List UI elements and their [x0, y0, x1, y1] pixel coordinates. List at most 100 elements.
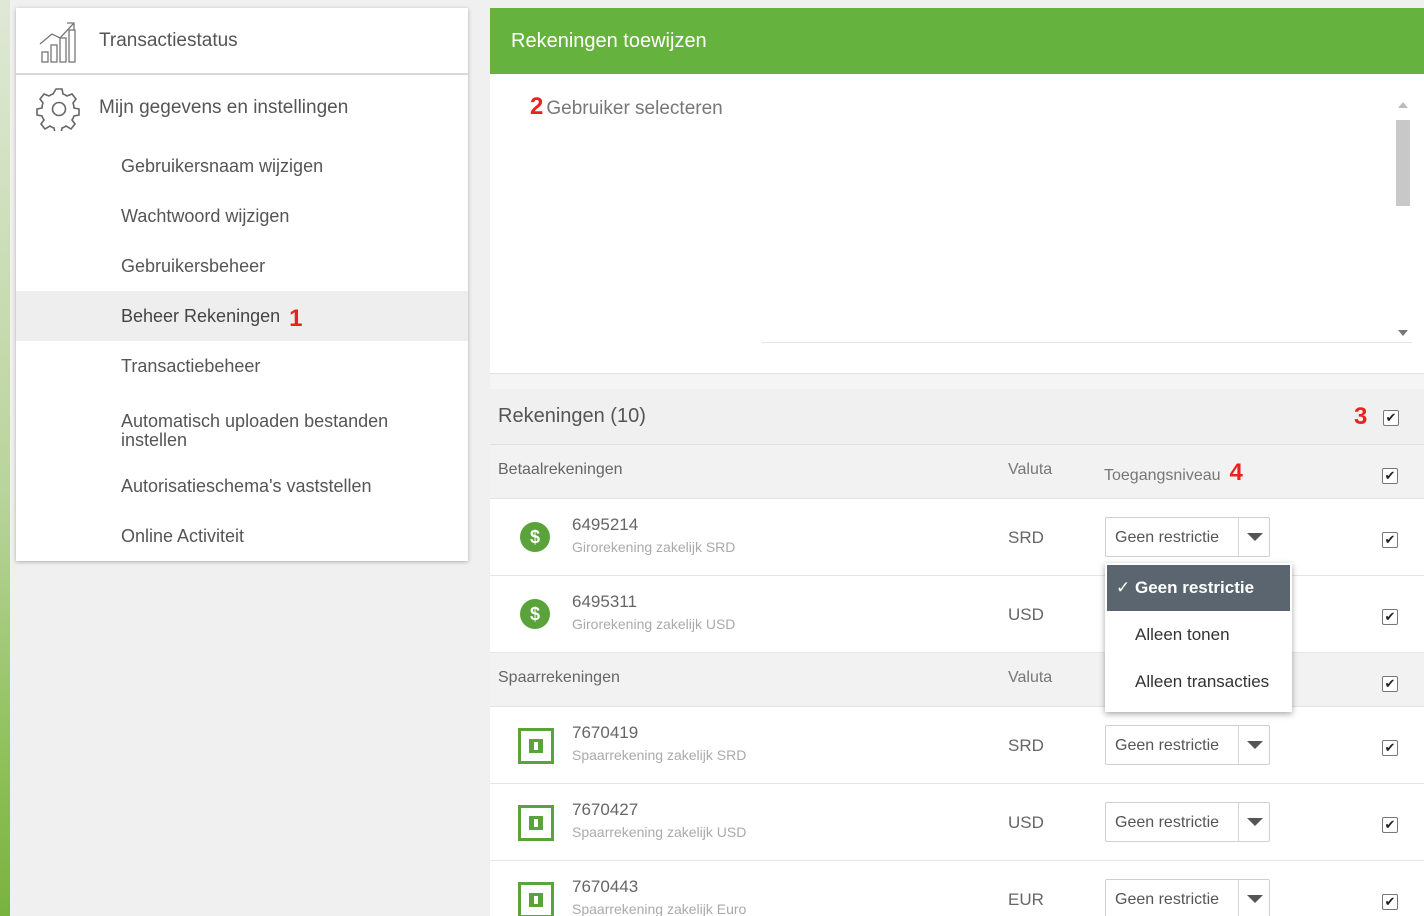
- annotation-marker-2: 2: [530, 93, 544, 120]
- row-checkbox[interactable]: ✔: [1382, 894, 1398, 910]
- account-number: 6495214: [572, 515, 639, 534]
- section-title: Betaalrekeningen: [498, 461, 623, 478]
- row-checkbox[interactable]: ✔: [1382, 817, 1398, 833]
- section-title: Spaarrekeningen: [498, 669, 620, 686]
- access-level-select[interactable]: Geen restrictie: [1105, 517, 1270, 557]
- access-column-header: Toegangsniveau 4: [1104, 459, 1243, 487]
- access-level-dropdown-menu: ✓ Geen restrictie Alleen tonen Alleen tr…: [1105, 563, 1292, 712]
- select-divider: [1238, 518, 1239, 556]
- menu-item-auto-upload[interactable]: Automatisch uploaden bestanden instellen: [16, 401, 468, 461]
- currency-column-header: Valuta: [1008, 669, 1053, 686]
- access-level-select[interactable]: Geen restrictie: [1105, 802, 1270, 842]
- account-description: Spaarrekening zakelijk USD: [572, 824, 747, 840]
- menu-settings-header[interactable]: Mijn gegevens en instellingen: [16, 75, 468, 141]
- access-level-value: Geen restrictie: [1115, 814, 1220, 831]
- user-select-text: Gebruiker selecteren: [546, 98, 723, 119]
- table-row: 7670427 Spaarrekening zakelijk USD USD G…: [490, 784, 1424, 861]
- menu-settings-header-label: Mijn gegevens en instellingen: [99, 97, 349, 118]
- menu-item-user-management[interactable]: Gebruikersbeheer: [16, 241, 468, 291]
- section-gap: [490, 374, 1424, 389]
- gear-icon: [36, 88, 80, 131]
- select-divider: [1238, 726, 1239, 764]
- list-underline: [762, 342, 1412, 343]
- user-select-list[interactable]: 2 Gebruiker selecteren: [490, 74, 1424, 374]
- menu-item-label: Online Activiteit: [121, 525, 245, 546]
- access-level-value: Geen restrictie: [1115, 737, 1220, 754]
- select-divider: [1238, 880, 1239, 916]
- scrollbar-thumb[interactable]: [1396, 120, 1410, 206]
- select-divider: [1238, 803, 1239, 841]
- settings-menu: Transactiestatus Mijn gegevens en instel…: [16, 8, 468, 561]
- account-number: 7670443: [572, 877, 639, 896]
- account-currency: USD: [1008, 605, 1044, 624]
- assign-accounts-panel: Rekeningen toewijzen 2 Gebruiker selecte…: [490, 8, 1424, 916]
- chevron-down-icon[interactable]: [1247, 895, 1263, 903]
- row-checkbox[interactable]: ✔: [1382, 609, 1398, 625]
- dropdown-option-no-restriction[interactable]: ✓ Geen restrictie: [1107, 565, 1290, 611]
- account-description: Girorekening zakelijk USD: [572, 616, 736, 632]
- currency-column-header: Valuta: [1008, 461, 1053, 478]
- scroll-down-icon[interactable]: [1398, 330, 1408, 336]
- chevron-down-icon[interactable]: [1247, 741, 1263, 749]
- account-currency: SRD: [1008, 736, 1044, 755]
- background-stripe: [0, 0, 10, 916]
- account-description: Spaarrekening zakelijk Euro: [572, 901, 747, 916]
- account-number: 7670419: [572, 723, 639, 742]
- menu-item-label: Beheer Rekeningen: [121, 305, 281, 326]
- dropdown-option-view-only[interactable]: Alleen tonen: [1107, 612, 1290, 658]
- user-list-scrollbar[interactable]: [1394, 96, 1412, 342]
- dollar-icon: $: [520, 599, 550, 629]
- account-number: 7670427: [572, 800, 639, 819]
- dropdown-option-label: Alleen tonen: [1135, 625, 1230, 644]
- menu-item-authorization-schemes[interactable]: Autorisatieschema's vaststellen: [16, 461, 468, 511]
- dollar-icon: $: [520, 522, 550, 552]
- section-checkbox[interactable]: ✔: [1382, 676, 1398, 692]
- account-number: 6495311: [572, 592, 637, 611]
- user-select-label: 2 Gebruiker selecteren: [530, 93, 723, 121]
- access-level-value: Geen restrictie: [1115, 891, 1220, 908]
- bar-chart-icon: [39, 22, 76, 63]
- account-currency: USD: [1008, 813, 1044, 832]
- access-level-select[interactable]: Geen restrictie: [1105, 879, 1270, 916]
- safe-icon: [518, 728, 554, 764]
- access-column-label: Toegangsniveau: [1104, 467, 1221, 484]
- menu-item-change-username[interactable]: Gebruikersnaam wijzigen: [16, 141, 468, 191]
- section-checkbox[interactable]: ✔: [1382, 468, 1398, 484]
- dropdown-option-transactions-only[interactable]: Alleen transacties: [1107, 659, 1290, 705]
- annotation-marker-1: 1: [289, 305, 303, 332]
- menu-item-manage-accounts[interactable]: Beheer Rekeningen 1: [16, 291, 468, 341]
- section-header-payment: Betaalrekeningen Valuta Toegangsniveau 4…: [490, 445, 1424, 499]
- scroll-up-icon[interactable]: [1398, 102, 1408, 108]
- menu-transaction-status-label: Transactiestatus: [99, 30, 238, 51]
- row-checkbox[interactable]: ✔: [1382, 740, 1398, 756]
- menu-item-change-password[interactable]: Wachtwoord wijzigen: [16, 191, 468, 241]
- table-row: 7670419 Spaarrekening zakelijk SRD SRD G…: [490, 707, 1424, 784]
- row-checkbox[interactable]: ✔: [1382, 532, 1398, 548]
- menu-item-label: Transactiebeheer: [121, 355, 261, 376]
- annotation-marker-4: 4: [1229, 459, 1243, 486]
- menu-item-label: Gebruikersbeheer: [121, 255, 266, 276]
- menu-transaction-status[interactable]: Transactiestatus: [16, 8, 468, 74]
- menu-item-transaction-management[interactable]: Transactiebeheer: [16, 341, 468, 391]
- check-icon: ✓: [1116, 578, 1131, 597]
- menu-item-label: Autorisatieschema's vaststellen: [121, 475, 372, 496]
- account-description: Girorekening zakelijk SRD: [572, 539, 736, 555]
- access-level-value: Geen restrictie: [1115, 529, 1220, 546]
- menu-item-label: Gebruikersnaam wijzigen: [121, 155, 324, 176]
- account-description: Spaarrekening zakelijk SRD: [572, 747, 747, 763]
- menu-item-label: Automatisch uploaden bestanden instellen: [121, 411, 389, 450]
- chevron-down-icon[interactable]: [1247, 818, 1263, 826]
- table-row: 7670443 Spaarrekening zakelijk Euro EUR …: [490, 861, 1424, 916]
- menu-item-label: Wachtwoord wijzigen: [121, 205, 290, 226]
- dropdown-option-label: Geen restrictie: [1135, 578, 1255, 597]
- menu-item-online-activity[interactable]: Online Activiteit: [16, 511, 468, 561]
- chevron-down-icon[interactable]: [1247, 533, 1263, 541]
- safe-icon: [518, 882, 554, 916]
- access-level-select[interactable]: Geen restrictie: [1105, 725, 1270, 765]
- account-currency: SRD: [1008, 528, 1044, 547]
- accounts-title: Rekeningen (10): [498, 405, 646, 427]
- accounts-header: Rekeningen (10) 3 ✔: [490, 389, 1424, 445]
- select-all-checkbox[interactable]: ✔: [1383, 410, 1399, 426]
- panel-title: Rekeningen toewijzen: [490, 8, 1424, 74]
- safe-icon: [518, 805, 554, 841]
